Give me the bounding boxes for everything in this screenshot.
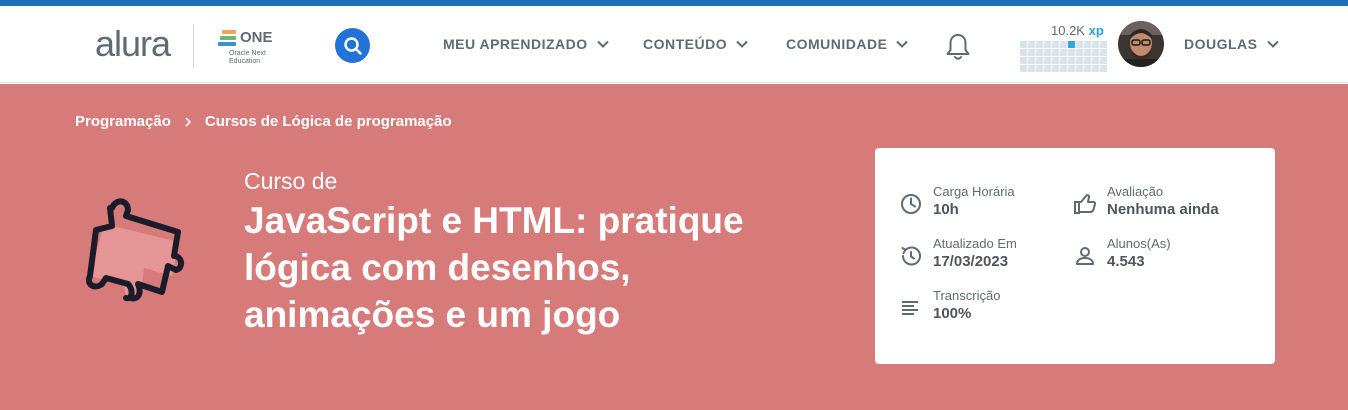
thumbs-up-icon — [1074, 194, 1097, 214]
course-type-label: Curso de — [244, 168, 338, 194]
breadcrumb-item[interactable]: Programação — [75, 113, 171, 130]
search-button[interactable] — [335, 28, 370, 63]
info-rating: Avaliação Nenhuma ainda — [1073, 184, 1219, 220]
info-label: Alunos(As) — [1107, 236, 1171, 251]
xp-counter[interactable]: 10.2K xp — [1051, 23, 1104, 38]
xp-value: 10.2K — [1051, 23, 1085, 38]
one-logo-name: ONE — [240, 29, 273, 46]
nav-label: MEU APRENDIZADO — [443, 36, 588, 52]
one-logo[interactable]: ONE Oracle Next Education — [218, 28, 288, 68]
chevron-down-icon — [896, 40, 909, 48]
user-icon — [1076, 247, 1094, 265]
info-label: Carga Horária — [933, 184, 1015, 199]
nav-conteudo[interactable]: CONTEÚDO — [643, 36, 749, 52]
user-name: DOUGLAS — [1184, 36, 1258, 52]
avatar-photo — [1118, 21, 1164, 67]
chevron-down-icon — [736, 40, 748, 48]
nav-label: COMUNIDADE — [786, 36, 888, 52]
course-hero: Programação Cursos de Lógica de programa… — [0, 84, 1348, 410]
info-students: Alunos(As) 4.543 — [1073, 236, 1171, 272]
info-label: Atualizado Em — [933, 236, 1017, 251]
chevron-right-icon — [185, 116, 192, 127]
chevron-down-icon — [596, 40, 609, 48]
info-value: 4.543 — [1107, 253, 1145, 270]
one-logo-bars — [218, 30, 236, 50]
nav-meu-aprendizado[interactable]: MEU APRENDIZADO — [443, 36, 610, 52]
header-divider — [193, 24, 194, 68]
info-updated: Atualizado Em 17/03/2023 — [899, 236, 1017, 272]
clock-icon — [901, 194, 921, 214]
xp-unit: xp — [1088, 23, 1104, 38]
course-title: JavaScript e HTML: pratique lógica com d… — [244, 200, 744, 335]
notification-bell-icon[interactable] — [944, 32, 972, 62]
chevron-down-icon — [1266, 40, 1279, 48]
user-avatar[interactable] — [1118, 21, 1164, 67]
nav-comunidade[interactable]: COMUNIDADE — [786, 36, 909, 52]
site-header: alura ONE Oracle Next Education MEU APRE… — [0, 6, 1348, 83]
info-transcript: Transcrição 100% — [899, 288, 1000, 324]
nav-label: CONTEÚDO — [643, 36, 728, 52]
info-value: 10h — [933, 201, 959, 218]
one-logo-subtitle: Oracle Next Education — [229, 50, 266, 65]
course-info-card: Carga Horária 10h Avaliação Nenhuma aind… — [875, 148, 1275, 364]
alura-logo[interactable]: alura — [95, 24, 171, 64]
xp-activity-grid — [1020, 41, 1108, 72]
info-workload: Carga Horária 10h — [899, 184, 1015, 220]
breadcrumb: Programação Cursos de Lógica de programa… — [75, 113, 452, 130]
info-label: Transcrição — [933, 288, 1001, 303]
user-menu[interactable]: DOUGLAS — [1184, 36, 1280, 52]
history-icon — [901, 246, 921, 266]
info-label: Avaliação — [1107, 184, 1164, 199]
lines-icon — [902, 301, 918, 315]
info-value: Nenhuma ainda — [1107, 201, 1219, 218]
info-value: 100% — [933, 305, 972, 322]
search-icon — [343, 36, 362, 55]
puzzle-piece-icon — [86, 198, 184, 302]
breadcrumb-item[interactable]: Cursos de Lógica de programação — [205, 113, 452, 130]
info-value: 17/03/2023 — [933, 253, 1009, 270]
